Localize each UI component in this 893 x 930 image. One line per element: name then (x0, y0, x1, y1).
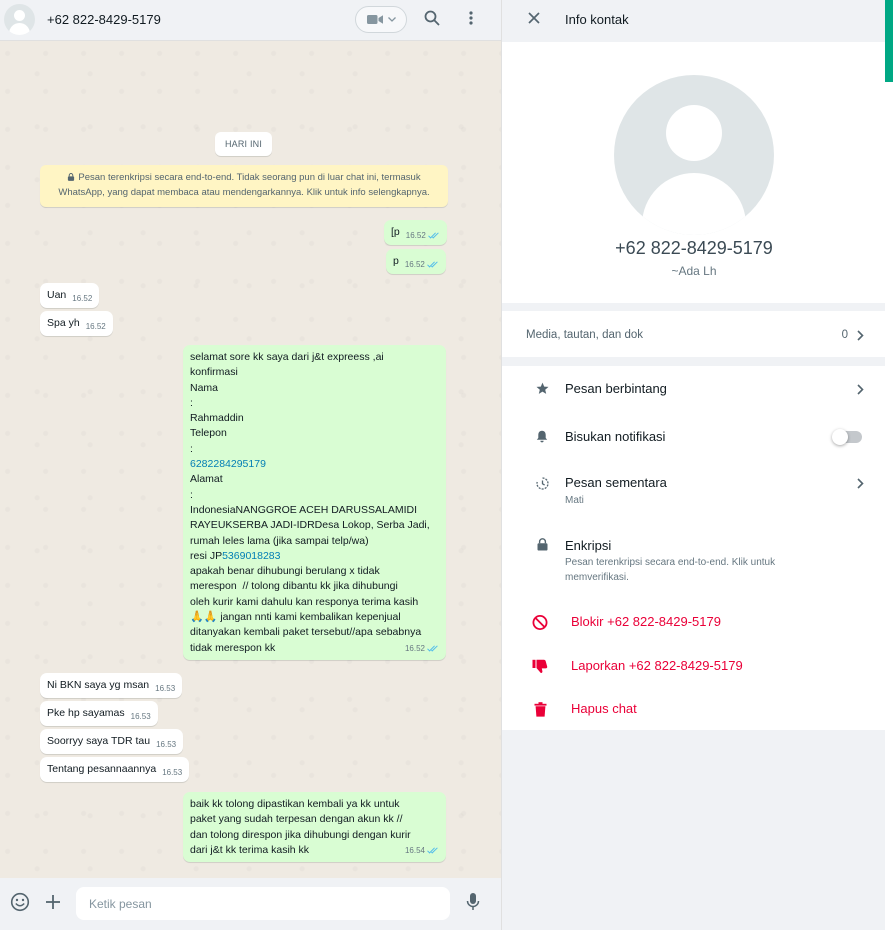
lock-icon (534, 536, 550, 552)
message-incoming[interactable]: Pke hp sayamas 16.53 (40, 701, 158, 727)
encryption-description: Pesan terenkripsi secara end-to-end. Kli… (565, 557, 776, 583)
starred-messages-row[interactable]: Pesan berbintang (502, 366, 886, 412)
report-contact-row[interactable]: Laporkan +62 822-8429-5179 (502, 646, 886, 684)
block-icon (532, 614, 548, 630)
thumbs-down-icon (532, 658, 548, 674)
contact-options: Pesan berbintang Bisukan notifikasi Pesa… (502, 366, 886, 730)
menu-icon (469, 10, 473, 30)
media-count: 0 (841, 329, 848, 341)
chat-contact-name[interactable]: +62 822-8429-5179 (47, 12, 161, 27)
profile-avatar[interactable] (614, 75, 774, 235)
block-contact-row[interactable]: Blokir +62 822-8429-5179 (502, 602, 886, 640)
bell-icon (534, 428, 550, 444)
delete-chat-row[interactable]: Hapus chat (502, 689, 886, 727)
disappearing-messages-row[interactable]: Pesan sementara Mati (502, 462, 886, 520)
timer-icon (534, 475, 550, 491)
profile-card: +62 822-8429-5179 ~Ada Lh (502, 42, 886, 303)
tracking-number-link[interactable]: 5369018283 (222, 550, 280, 562)
chat-pane: +62 822-8429-5179 HARI INI Pesan terenkr… (0, 0, 501, 930)
message-list[interactable]: HARI INI Pesan terenkripsi secara end-to… (0, 42, 501, 878)
attach-plus-icon (45, 894, 61, 915)
read-receipt-icon (427, 645, 438, 652)
video-call-button[interactable] (355, 6, 407, 33)
star-icon (534, 380, 550, 396)
profile-phone: +62 822-8429-5179 (615, 238, 773, 258)
emoji-button[interactable] (9, 892, 31, 917)
accent-bar (885, 0, 893, 82)
date-divider: HARI INI (215, 132, 272, 156)
message-incoming[interactable]: Uan 16.52 (40, 283, 100, 309)
emoji-icon (10, 892, 30, 917)
message-outgoing[interactable]: selamat sore kk saya dari j&t expreess ,… (183, 345, 446, 660)
window-edge (885, 0, 893, 930)
attach-button[interactable] (42, 893, 64, 915)
close-info-button[interactable] (524, 10, 544, 30)
disappearing-value: Mati (565, 495, 584, 506)
mute-notifications-row[interactable]: Bisukan notifikasi (502, 414, 886, 460)
chat-menu-button[interactable] (461, 10, 481, 30)
chevron-right-icon (857, 382, 864, 400)
pray-emoji: 🙏🙏 (190, 611, 218, 624)
voice-message-button[interactable] (462, 892, 484, 917)
chevron-right-icon (857, 476, 864, 494)
phone-link[interactable]: 6282284295179 (190, 458, 266, 470)
chat-header[interactable]: +62 822-8429-5179 (0, 0, 501, 41)
profile-about: ~Ada Lh (671, 264, 717, 278)
read-receipt-icon (427, 847, 438, 854)
message-incoming[interactable]: Ni BKN saya yg msan 16.53 (40, 673, 183, 699)
microphone-icon (466, 892, 480, 917)
encryption-notice-text: Pesan terenkripsi secara end-to-end. Tid… (58, 172, 430, 198)
search-button[interactable] (422, 10, 442, 30)
message-outgoing[interactable]: [p 16.52 (384, 220, 447, 246)
close-icon (528, 11, 540, 29)
encryption-row[interactable]: Enkripsi Pesan terenkripsi secara end-to… (502, 526, 886, 596)
contact-info-title: Info kontak (565, 12, 629, 27)
message-input[interactable] (76, 887, 450, 920)
read-receipt-icon (427, 232, 439, 239)
message-incoming[interactable]: Soorryy saya TDR tau 16.53 (40, 729, 184, 755)
message-incoming[interactable]: Spa yh 16.52 (40, 311, 113, 337)
mute-toggle[interactable] (832, 429, 862, 445)
search-icon (424, 10, 440, 31)
media-links-docs-row[interactable]: Media, tautan, dan dok 0 (502, 311, 886, 357)
message-outgoing[interactable]: baik kk tolong dipastikan kembali ya kk … (183, 792, 446, 862)
encryption-notice[interactable]: Pesan terenkripsi secara end-to-end. Tid… (40, 165, 448, 207)
message-composer (0, 878, 501, 930)
contact-info-header: Info kontak (502, 0, 886, 42)
video-call-icon (366, 14, 383, 25)
contact-info-pane: Info kontak +62 822-8429-5179 ~Ada Lh Me… (501, 0, 886, 930)
chevron-down-icon (387, 17, 396, 22)
read-receipt-icon (427, 261, 438, 268)
trash-icon (532, 701, 548, 717)
contact-avatar[interactable] (4, 4, 35, 35)
message-outgoing[interactable]: p 16.52 (386, 249, 446, 275)
chevron-right-icon (857, 328, 864, 346)
media-label: Media, tautan, dan dok (526, 329, 643, 341)
message-incoming[interactable]: Tentang pesannaannya 16.53 (40, 757, 190, 783)
lock-icon (68, 173, 75, 181)
